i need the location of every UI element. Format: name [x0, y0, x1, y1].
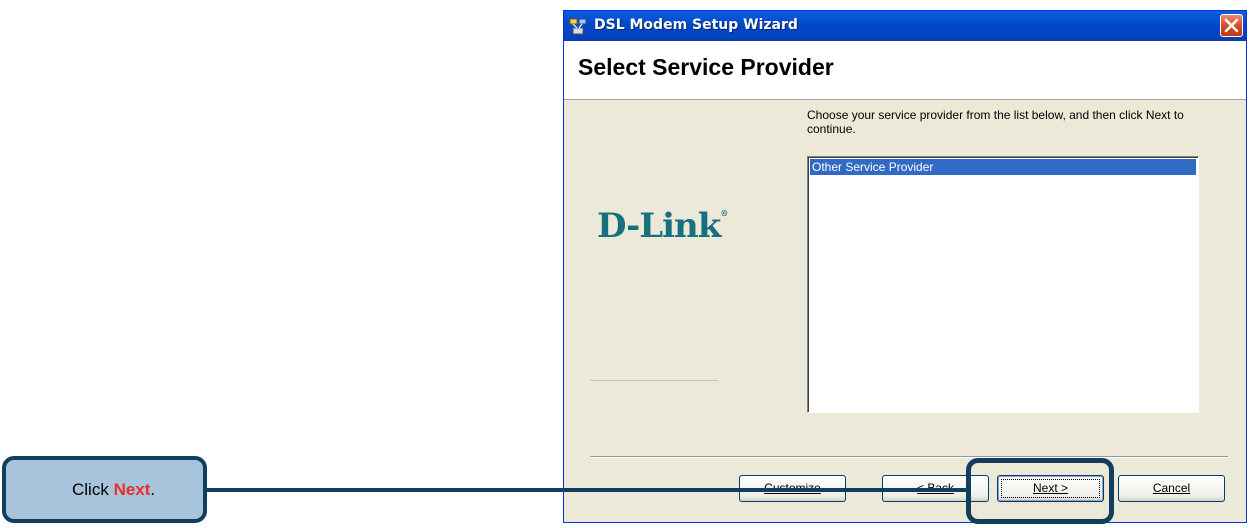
callout-suffix: .	[150, 480, 156, 499]
button-divider	[590, 456, 1228, 458]
registered-mark: ®	[720, 208, 728, 218]
next-highlight	[966, 458, 1114, 524]
title-bar[interactable]: DSL Modem Setup Wizard	[564, 11, 1246, 41]
wizard-header: Select Service Provider	[564, 41, 1246, 100]
cancel-label: Cancel	[1152, 481, 1191, 495]
callout-text: Click Next.	[72, 480, 155, 500]
cancel-button[interactable]: Cancel	[1118, 475, 1225, 502]
setup-wizard-window: DSL Modem Setup Wizard Select Service Pr…	[563, 10, 1247, 523]
dlink-logo: D-Link®	[597, 206, 728, 246]
callout-prefix: Click	[72, 480, 114, 499]
page-title: Select Service Provider	[578, 54, 834, 80]
list-item-other-provider[interactable]: Other Service Provider	[810, 159, 1196, 175]
network-wizard-icon	[569, 18, 587, 35]
logo-text: D-Link	[597, 206, 721, 246]
provider-list[interactable]: Other Service Provider	[807, 156, 1199, 413]
window-title: DSL Modem Setup Wizard	[594, 17, 798, 33]
close-button[interactable]	[1220, 14, 1243, 37]
instructions-text: Choose your service provider from the li…	[807, 108, 1184, 136]
callout-emphasis: Next	[113, 480, 151, 499]
instruction-callout: Click Next.	[2, 456, 207, 523]
callout-connector	[207, 488, 967, 492]
sidebar-divider	[590, 380, 718, 381]
close-icon	[1224, 18, 1239, 33]
